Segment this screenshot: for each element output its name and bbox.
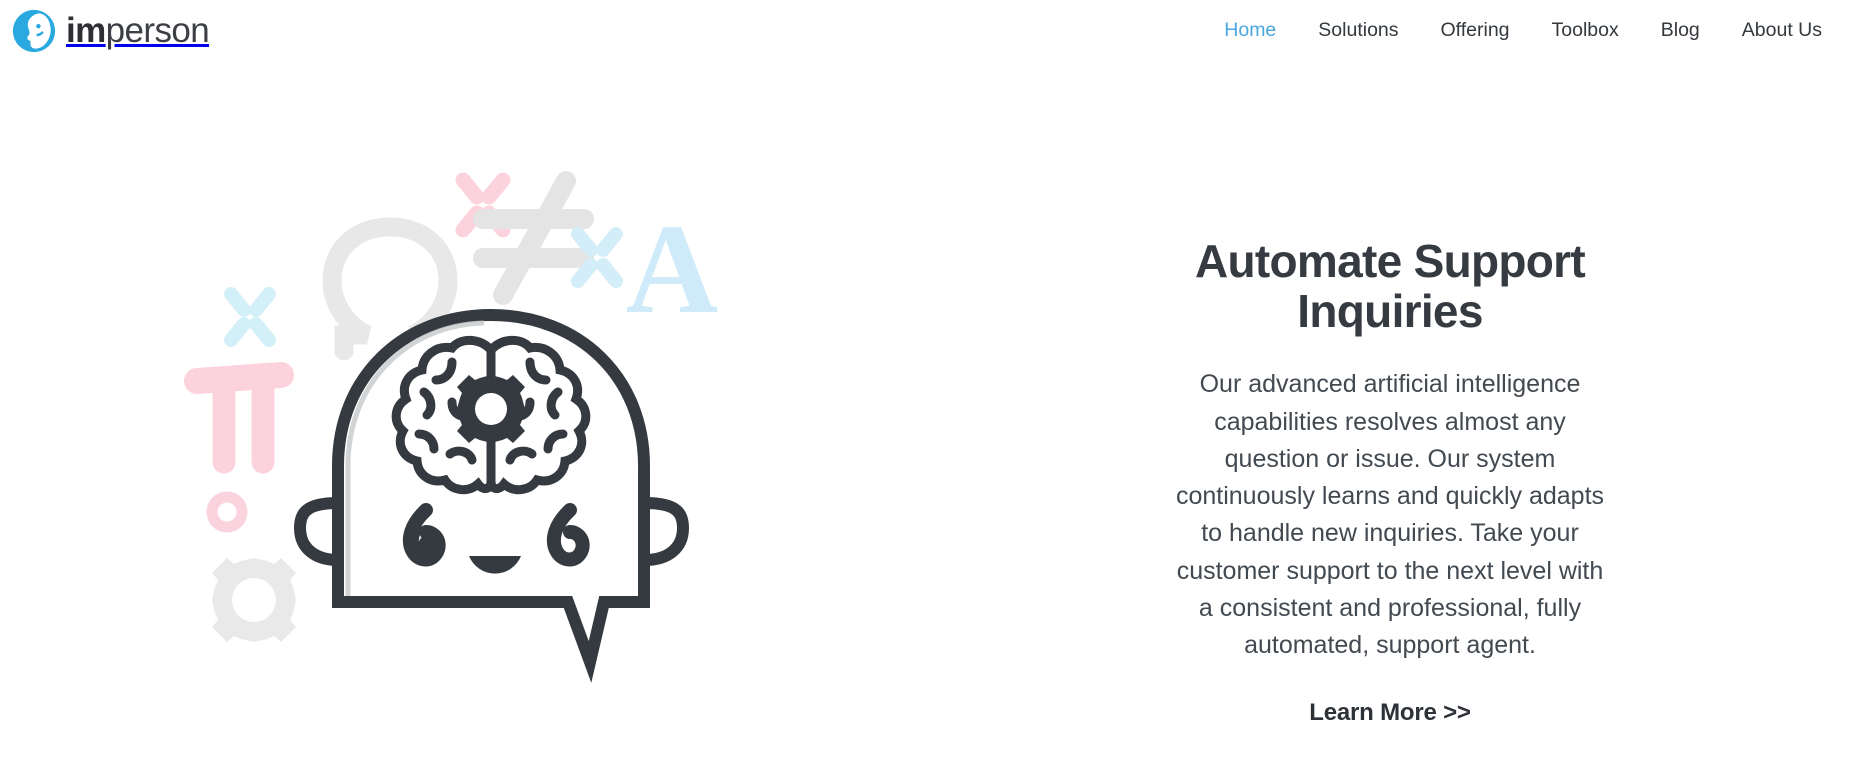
nav-item-blog[interactable]: Blog xyxy=(1640,13,1721,48)
brand-logo-link[interactable]: imperson xyxy=(8,7,210,55)
ring-pink-icon xyxy=(206,491,248,533)
hero-copy: Automate Support Inquiries Our advanced … xyxy=(930,62,1870,727)
not-equal-gray-icon xyxy=(473,171,594,305)
face-profile-circle-logo-icon xyxy=(12,9,56,53)
nav-item-offering[interactable]: Offering xyxy=(1420,13,1531,48)
brand-name-bold: im xyxy=(66,10,106,50)
pi-pink-icon xyxy=(184,362,294,474)
brand-name-light: person xyxy=(105,10,210,50)
hero-description: Our advanced artificial intelligence cap… xyxy=(1175,370,1605,660)
nav-item-about-us[interactable]: About Us xyxy=(1721,13,1843,48)
ai-chatbot-brain-speech-bubble-illustration: A xyxy=(0,62,930,771)
nav-item-solutions[interactable]: Solutions xyxy=(1297,13,1419,48)
brain-gear-icon xyxy=(457,375,525,443)
letter-a-blue-icon: A xyxy=(626,198,718,340)
main-navigation: Home Solutions Offering Toolbox Blog Abo… xyxy=(1203,13,1853,48)
gear-gray-icon xyxy=(212,558,296,642)
nav-item-toolbox[interactable]: Toolbox xyxy=(1531,13,1640,48)
sparkle-blue-left-icon xyxy=(224,287,276,347)
bubble-ear-right xyxy=(644,497,690,566)
site-header: imperson Home Solutions Offering Toolbox… xyxy=(0,0,1871,62)
hero-section: A Automate Support Inquiries Our advance… xyxy=(0,62,1871,771)
brand-name: imperson xyxy=(66,10,210,50)
nav-item-home[interactable]: Home xyxy=(1203,13,1297,48)
hero-title: Automate Support Inquiries xyxy=(1195,235,1586,337)
learn-more-link[interactable]: Learn More >> xyxy=(1309,699,1471,727)
